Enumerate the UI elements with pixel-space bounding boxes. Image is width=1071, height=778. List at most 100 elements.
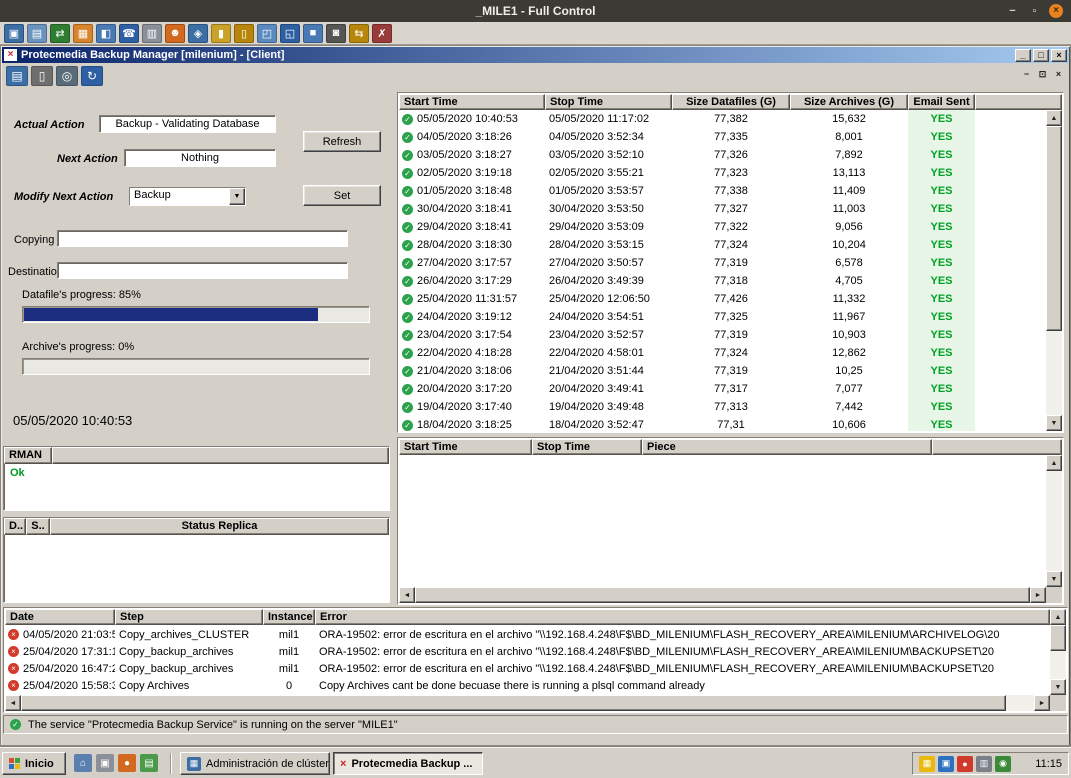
backup-history-row[interactable]: ✓28/04/2020 3:18:30 28/04/2020 3:53:15 7…: [399, 236, 1046, 254]
browser-icon[interactable]: ●: [118, 754, 136, 772]
file-transfer-icon[interactable]: ⇆: [349, 24, 369, 43]
app-minimize-button[interactable]: _: [1015, 49, 1031, 62]
chat-icon[interactable]: ◧: [96, 24, 116, 43]
scroll-thumb[interactable]: [415, 587, 1030, 603]
backup-history-row[interactable]: ✓05/05/2020 10:40:53 05/05/2020 11:17:02…: [399, 110, 1046, 128]
scroll-left-button[interactable]: ◄: [5, 695, 21, 711]
display-settings-icon[interactable]: ▣: [938, 756, 954, 772]
backup-history-row[interactable]: ✓04/05/2020 3:18:26 04/05/2020 3:52:34 7…: [399, 128, 1046, 146]
column-header-date[interactable]: Date: [5, 609, 115, 625]
new-connection-icon[interactable]: ▣: [4, 24, 24, 43]
error-log-row[interactable]: ×25/04/2020 16:47:24 Copy_backup_archive…: [5, 660, 1050, 677]
backup-history-row[interactable]: ✓18/04/2020 3:18:25 18/04/2020 3:52:47 7…: [399, 416, 1046, 431]
mdi-close-button[interactable]: ×: [1051, 68, 1066, 81]
error-log-row[interactable]: ×04/05/2020 21:03:57 Copy_archives_CLUST…: [5, 626, 1050, 643]
remote-maximize-button[interactable]: ▫: [1027, 3, 1042, 18]
destination-field[interactable]: [57, 262, 348, 279]
antivirus-icon[interactable]: ●: [957, 756, 973, 772]
phone-icon[interactable]: ☎: [119, 24, 139, 43]
screenshot-icon[interactable]: ◙: [326, 24, 346, 43]
refresh-toolbar-icon[interactable]: ↻: [81, 66, 103, 86]
scroll-right-button[interactable]: ►: [1030, 587, 1046, 603]
connect-icon[interactable]: ⇄: [50, 24, 70, 43]
error-log-vertical-scrollbar[interactable]: ▲ ▼: [1050, 609, 1066, 695]
backup-history-row[interactable]: ✓02/05/2020 3:19:18 02/05/2020 3:55:21 7…: [399, 164, 1046, 182]
network-icon[interactable]: ◈: [188, 24, 208, 43]
next-action-field[interactable]: [124, 149, 276, 167]
column-header-instance[interactable]: Instance: [263, 609, 315, 625]
rman-column-header[interactable]: RMAN: [4, 447, 52, 464]
preview-icon[interactable]: ◎: [56, 66, 78, 86]
task-button-protecmedia-backup[interactable]: × Protecmedia Backup ...: [333, 752, 483, 775]
replica-column-d[interactable]: D..: [4, 518, 26, 535]
replica-column-status[interactable]: Status Replica: [50, 518, 389, 535]
backup-history-row[interactable]: ✓29/04/2020 3:18:41 29/04/2020 3:53:09 7…: [399, 218, 1046, 236]
backup-history-row[interactable]: ✓25/04/2020 11:31:57 25/04/2020 12:06:50…: [399, 290, 1046, 308]
next-action-select[interactable]: Backup ▼: [129, 187, 246, 206]
app-titlebar[interactable]: × Protecmedia Backup Manager [milenium] …: [2, 47, 1069, 63]
ctrl-alt-del-icon[interactable]: ▦: [73, 24, 93, 43]
lock-icon[interactable]: ▮: [211, 24, 231, 43]
show-desktop-icon[interactable]: ⌂: [74, 754, 92, 772]
error-log-horizontal-scrollbar[interactable]: ◄ ►: [5, 695, 1050, 711]
scroll-right-button[interactable]: ►: [1034, 695, 1050, 711]
backup-history-row[interactable]: ✓19/04/2020 3:17:40 19/04/2020 3:49:48 7…: [399, 398, 1046, 416]
computer-icon[interactable]: ▣: [96, 754, 114, 772]
volume-icon[interactable]: ◉: [995, 756, 1011, 772]
backup-history-row[interactable]: ✓03/05/2020 3:18:27 03/05/2020 3:52:10 7…: [399, 146, 1046, 164]
column-header-start-time[interactable]: Start Time: [399, 94, 545, 110]
column-header-error[interactable]: Error: [315, 609, 1050, 625]
tools-icon[interactable]: ✗: [372, 24, 392, 43]
mdi-restore-button[interactable]: ⊡: [1035, 68, 1050, 81]
fullscreen-icon[interactable]: ◱: [280, 24, 300, 43]
column-header-size-datafiles[interactable]: Size Datafiles (G): [672, 94, 790, 110]
delete-icon[interactable]: ▯: [31, 66, 53, 86]
backup-history-row[interactable]: ✓27/04/2020 3:17:57 27/04/2020 3:50:57 7…: [399, 254, 1046, 272]
error-log-row[interactable]: ×25/04/2020 17:31:10 Copy_backup_archive…: [5, 643, 1050, 660]
column-header-piece-stop-time[interactable]: Stop Time: [532, 439, 642, 455]
backup-history-row[interactable]: ✓01/05/2020 3:18:48 01/05/2020 3:53:57 7…: [399, 182, 1046, 200]
piece-table-horizontal-scrollbar[interactable]: ◄ ►: [399, 587, 1046, 603]
column-header-piece[interactable]: Piece: [642, 439, 932, 455]
media-icon[interactable]: ▤: [140, 754, 158, 772]
backup-history-row[interactable]: ✓20/04/2020 3:17:20 20/04/2020 3:49:41 7…: [399, 380, 1046, 398]
backup-history-row[interactable]: ✓22/04/2020 4:18:28 22/04/2020 4:58:01 7…: [399, 344, 1046, 362]
window-icon[interactable]: ◰: [257, 24, 277, 43]
column-header-piece-start-time[interactable]: Start Time: [399, 439, 532, 455]
input-language-icon[interactable]: ▦: [919, 756, 935, 772]
remote-minimize-button[interactable]: −: [1005, 3, 1020, 18]
task-button-cluster-admin[interactable]: ▦ Administración de clúster...: [180, 752, 330, 775]
scroll-thumb[interactable]: [21, 695, 1006, 711]
scroll-down-button[interactable]: ▼: [1046, 571, 1062, 587]
key-icon[interactable]: ▯: [234, 24, 254, 43]
column-header-stop-time[interactable]: Stop Time: [545, 94, 672, 110]
scroll-down-button[interactable]: ▼: [1050, 679, 1066, 695]
scroll-up-button[interactable]: ▲: [1046, 455, 1062, 471]
open-session-icon[interactable]: ▤: [27, 24, 47, 43]
backup-history-row[interactable]: ✓26/04/2020 3:17:29 26/04/2020 3:49:39 7…: [399, 272, 1046, 290]
scroll-down-button[interactable]: ▼: [1046, 415, 1062, 431]
backup-history-row[interactable]: ✓23/04/2020 3:17:54 23/04/2020 3:52:57 7…: [399, 326, 1046, 344]
scroll-left-button[interactable]: ◄: [399, 587, 415, 603]
actual-action-field[interactable]: [99, 115, 276, 133]
backup-table-vertical-scrollbar[interactable]: ▲ ▼: [1046, 110, 1062, 431]
mdi-minimize-button[interactable]: −: [1019, 68, 1034, 81]
backup-history-row[interactable]: ✓30/04/2020 3:18:41 30/04/2020 3:53:50 7…: [399, 200, 1046, 218]
scroll-thumb[interactable]: [1050, 625, 1066, 651]
set-button[interactable]: Set: [303, 185, 381, 206]
remote-close-button[interactable]: ×: [1049, 4, 1063, 18]
app-close-button[interactable]: ×: [1051, 49, 1067, 62]
start-button[interactable]: Inicio: [2, 752, 66, 775]
error-log-row[interactable]: ×25/04/2020 15:58:39 Copy Archives 0 Cop…: [5, 677, 1050, 694]
scroll-up-button[interactable]: ▲: [1050, 609, 1066, 625]
report-icon[interactable]: ▤: [6, 66, 28, 86]
column-header-step[interactable]: Step: [115, 609, 263, 625]
monitor-icon[interactable]: ■: [303, 24, 323, 43]
column-header-size-archives[interactable]: Size Archives (G): [790, 94, 908, 110]
piece-table-vertical-scrollbar[interactable]: ▲ ▼: [1046, 455, 1062, 587]
backup-history-row[interactable]: ✓21/04/2020 3:18:06 21/04/2020 3:51:44 7…: [399, 362, 1046, 380]
message-icon[interactable]: ▥: [142, 24, 162, 43]
app-maximize-button[interactable]: □: [1033, 49, 1049, 62]
scroll-thumb[interactable]: [1046, 126, 1062, 331]
column-header-email-sent[interactable]: Email Sent: [908, 94, 975, 110]
